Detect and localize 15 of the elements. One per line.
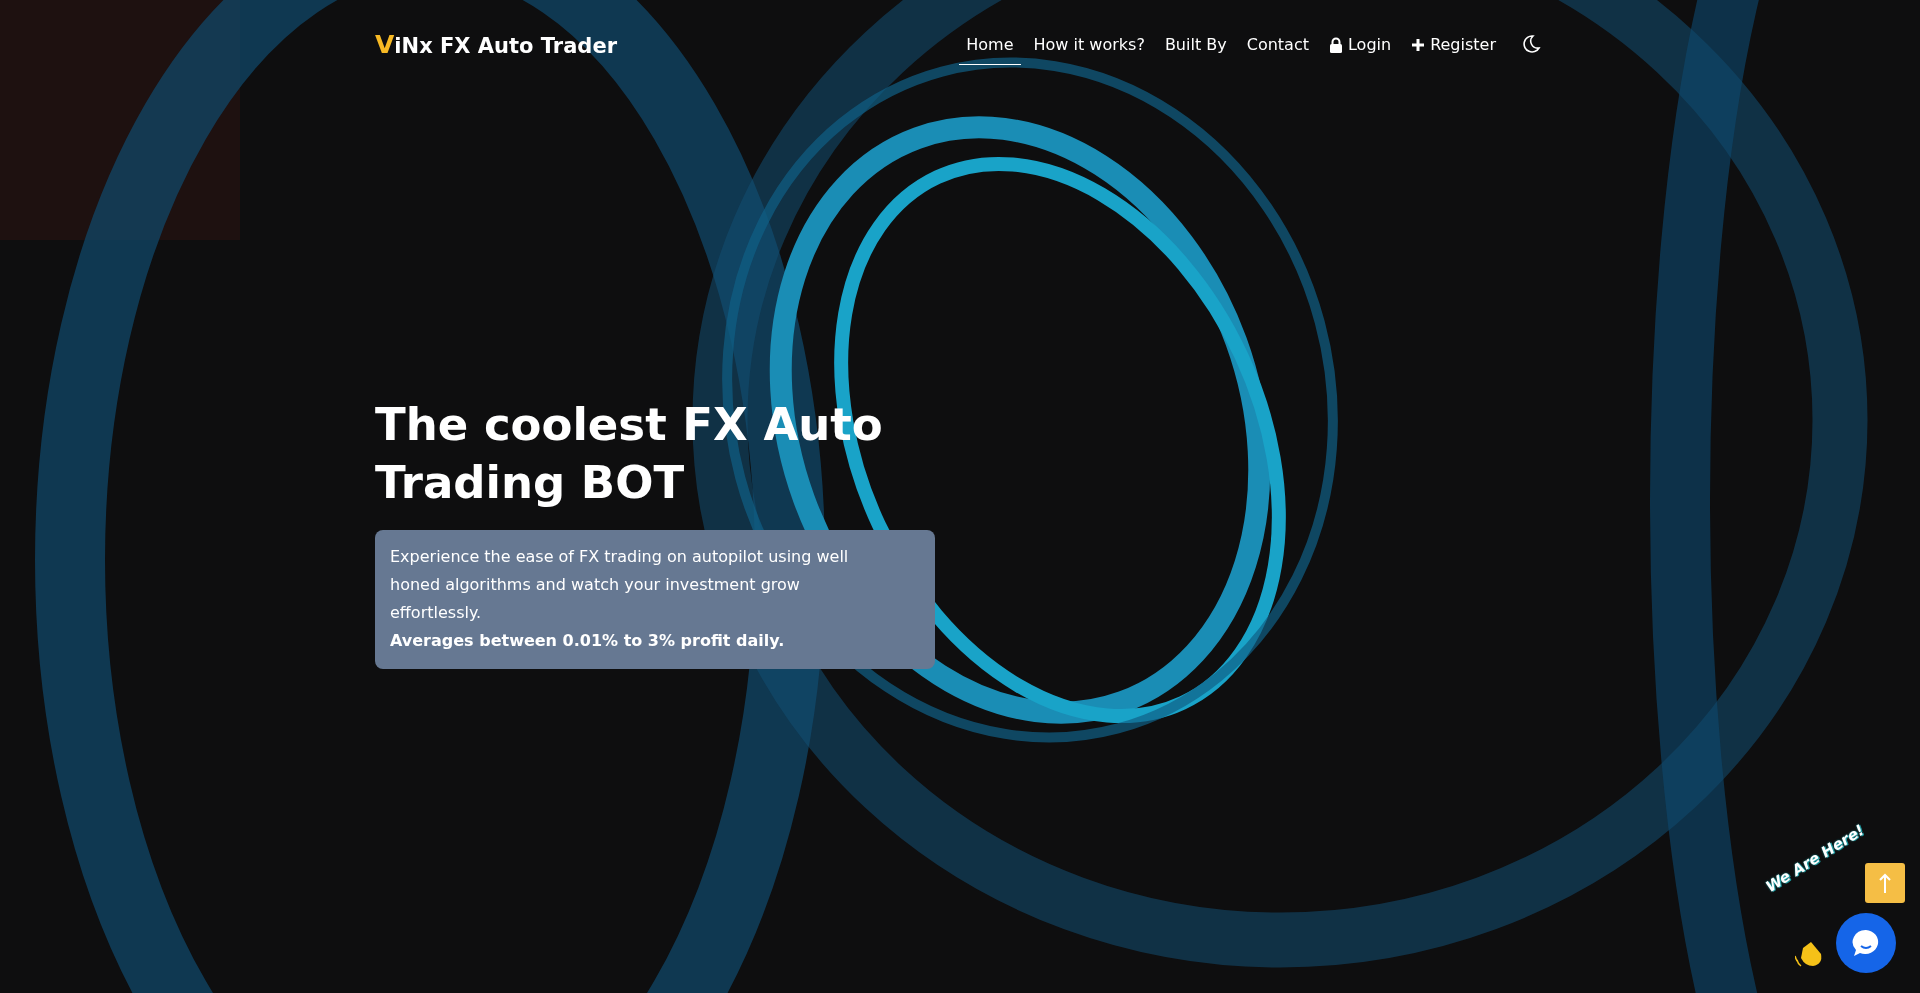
- brand-logo[interactable]: ViNx FX Auto Trader: [375, 29, 617, 59]
- up-arrow-icon: [1878, 872, 1892, 894]
- nav-link[interactable]: Login: [1321, 29, 1399, 65]
- plus-icon: [1411, 37, 1426, 52]
- nav-link[interactable]: Contact: [1239, 29, 1316, 65]
- hero-heading: The coolest FX Auto Trading BOT: [375, 397, 884, 511]
- nav-link[interactable]: How it works?: [1026, 29, 1152, 65]
- nav-link[interactable]: Home: [959, 29, 1021, 65]
- description-text: Experience the ease of FX trading on autopilot using well honed algorithms and watch your investment grow effortlessly.: [390, 546, 850, 624]
- nav-link[interactable]: Built By: [1157, 29, 1234, 65]
- moon-icon: [1521, 34, 1541, 54]
- profit-text: Averages between 0.01% to 3% profit daily.: [390, 630, 786, 652]
- chat-bubble-icon: [1851, 928, 1881, 958]
- nav-link[interactable]: Register: [1404, 29, 1503, 65]
- lock-icon: [1328, 36, 1343, 53]
